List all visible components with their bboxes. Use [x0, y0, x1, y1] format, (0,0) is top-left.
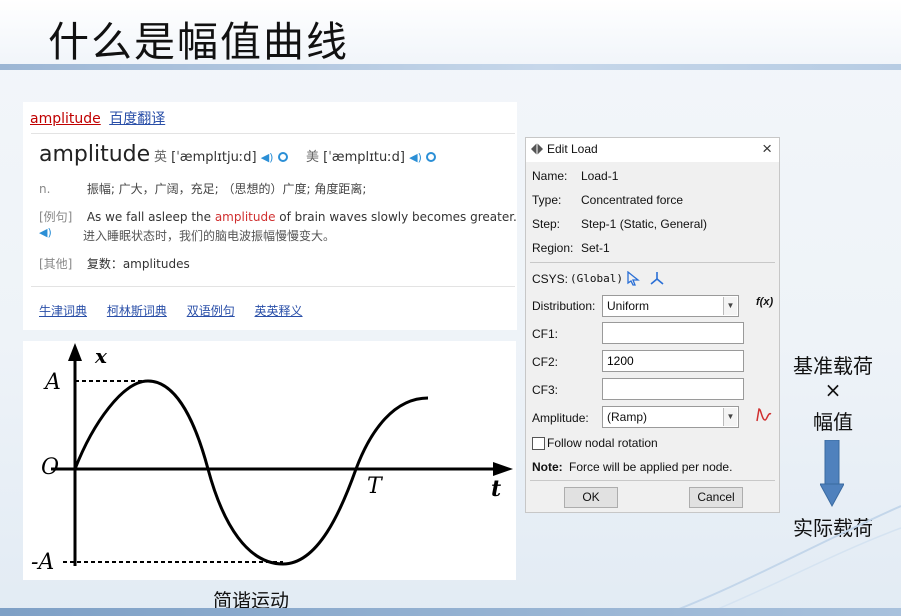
create-amplitude-icon[interactable] [755, 406, 773, 424]
example-tag: [例句] [39, 210, 73, 224]
type-value: Concentrated force [581, 193, 684, 207]
repeat-icon[interactable] [277, 152, 288, 162]
divider [31, 133, 515, 134]
sine-curve [73, 379, 429, 566]
cf1-input[interactable] [602, 322, 744, 344]
csys-value: (Global) [570, 272, 623, 285]
us-label: 美 [306, 150, 320, 165]
cf2-label: CF2: [532, 355, 559, 369]
period-label: T [367, 474, 384, 499]
type-label: Type: [532, 193, 562, 207]
chevron-down-icon: ▼ [723, 297, 737, 315]
note-text: Force will be applied per node. [569, 460, 733, 474]
follow-rotation-checkbox[interactable] [532, 437, 545, 450]
uk-label: 英 [154, 150, 168, 165]
speaker-icon[interactable]: ◀) [409, 151, 422, 164]
distribution-label: Distribution: [532, 299, 596, 313]
amplitude-label-text: 幅值 [813, 410, 853, 434]
head-word-link[interactable]: amplitude [30, 111, 101, 127]
load-icon [531, 143, 543, 155]
example-translation: 进入睡眠状态时，我们的脑电波振幅慢慢变大。 [83, 229, 336, 243]
cf3-label: CF3: [532, 383, 559, 397]
edit-load-dialog: Edit Load × Name: Load-1 Type: Concentra… [525, 137, 780, 513]
close-icon[interactable]: × [762, 139, 772, 159]
speaker-icon[interactable]: ◀) [261, 151, 274, 164]
amplitude-negative-label: -A [31, 550, 54, 575]
csys-label: CSYS: [532, 272, 569, 286]
pos-tag: n. [39, 182, 51, 196]
x-axis-label: t [491, 476, 501, 502]
us-pronunciation: 美 [ˈæmplɪtuːd] ◀) [306, 146, 437, 165]
entry-word: amplitude [39, 142, 151, 167]
other-row: [其他] 复数：amplitudes [39, 255, 190, 272]
name-value: Load-1 [581, 169, 619, 183]
title-divider [0, 64, 901, 70]
y-axis-arrow [68, 343, 82, 361]
sine-graph-svg: x A O T t -A [31, 343, 513, 575]
decorative-swoosh [661, 505, 901, 616]
uk-phonetic: [ˈæmplɪtjuːd] [171, 150, 257, 165]
page-title: 什么是幅值曲线 [48, 18, 349, 66]
definition-row: n. 振幅; 广大，广阔，充足; （思想的）广度; 角度距离; [39, 180, 366, 197]
divider [31, 286, 515, 287]
follow-rotation-label: Follow nodal rotation [547, 436, 658, 450]
example-before: As we fall asleep the [86, 210, 215, 224]
times-symbol: × [824, 378, 842, 402]
select-csys-icon[interactable] [626, 271, 640, 286]
collins-link[interactable]: 柯林斯词典 [107, 304, 167, 318]
divider [530, 262, 775, 263]
fx-button[interactable]: f(x) [756, 296, 773, 308]
distribution-select[interactable]: Uniform ▼ [602, 295, 739, 317]
cf1-label: CF1: [532, 327, 559, 341]
english-definition-link[interactable]: 英英释义 [255, 304, 303, 318]
origin-label: O [41, 455, 59, 480]
cf3-input[interactable] [602, 378, 744, 400]
y-axis-label: x [94, 344, 108, 368]
create-csys-icon[interactable] [649, 270, 665, 286]
region-value: Set-1 [581, 241, 610, 255]
dictionary-footer-links: 牛津词典 柯林斯词典 双语例句 英英释义 [39, 302, 319, 319]
amplitude-label: Amplitude: [532, 411, 589, 425]
note-label: Note: [532, 460, 563, 474]
dialog-title: Edit Load [547, 142, 598, 156]
ok-button[interactable]: OK [564, 487, 618, 508]
region-label: Region: [532, 241, 574, 255]
dictionary-panel: amplitude 百度翻译 amplitude 英 [ˈæmplɪtjuːd]… [23, 102, 517, 330]
oxford-link[interactable]: 牛津词典 [39, 304, 87, 318]
sine-graph: x A O T t -A [23, 341, 516, 580]
definition-text: 振幅; 广大，广阔，充足; （思想的）广度; 角度距离; [86, 182, 367, 196]
amplitude-positive-label: A [43, 370, 61, 395]
step-value: Step-1 (Static, General) [581, 217, 708, 231]
us-phonetic: [ˈæmplɪtuːd] [323, 150, 405, 165]
bilingual-link[interactable]: 双语例句 [187, 304, 235, 318]
speaker-icon[interactable]: ◀) [39, 226, 52, 239]
amplitude-value: (Ramp) [607, 410, 648, 424]
distribution-value: Uniform [607, 299, 650, 313]
uk-pronunciation: 英 [ˈæmplɪtjuːd] ◀) [154, 146, 288, 165]
dictionary-header: amplitude 百度翻译 [30, 108, 165, 128]
bottom-bar [0, 608, 901, 616]
chevron-down-icon: ▼ [723, 408, 737, 426]
repeat-icon[interactable] [426, 152, 437, 162]
example-after: of brain waves slowly becomes greater. [275, 210, 517, 224]
step-label: Step: [532, 217, 561, 231]
x-axis-arrow [493, 462, 513, 476]
name-label: Name: [532, 169, 568, 183]
amplitude-select[interactable]: (Ramp) ▼ [602, 406, 739, 428]
baidu-translate-link[interactable]: 百度翻译 [109, 111, 165, 127]
other-text: 复数：amplitudes [86, 257, 190, 271]
base-load-label: 基准载荷 [793, 354, 873, 378]
example-highlight: amplitude [214, 210, 276, 224]
other-tag: [其他] [39, 257, 73, 271]
dialog-titlebar: Edit Load × [526, 138, 779, 162]
cf2-input[interactable] [602, 350, 744, 372]
